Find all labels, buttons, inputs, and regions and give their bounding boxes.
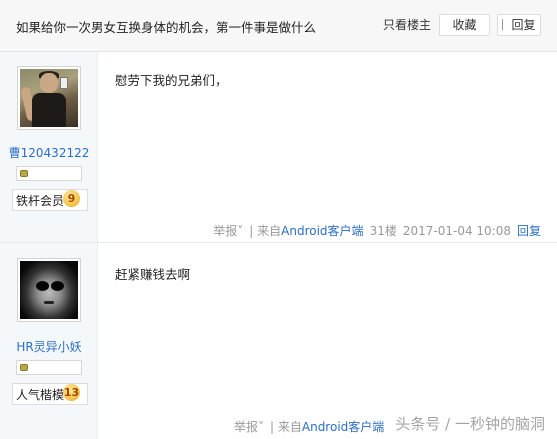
post: HR灵异小妖 人气楷模 13 赶紧赚钱去啊 举报˅ | 来自Android客户端 — [0, 243, 557, 439]
user-badge: 人气楷模 13 — [12, 383, 88, 425]
report-link[interactable]: 举报˅ — [234, 420, 264, 434]
username[interactable]: HR灵异小妖 — [0, 338, 98, 355]
favorite-button[interactable]: 收藏 — [439, 14, 490, 36]
only-op-button[interactable]: 只看楼主 — [378, 14, 436, 36]
level-bar — [16, 166, 82, 181]
report-link[interactable]: 举报˅ — [213, 224, 243, 238]
post: 曹120432122 铁杆会员 9 慰劳下我的兄弟们， 举报˅ | 来自Andro… — [0, 52, 557, 243]
source-app-link[interactable]: Android客户端 — [302, 420, 384, 434]
thread-title: 如果给你一次男女互换身体的机会，第一件事是做什么 — [16, 20, 317, 35]
post-content: 慰劳下我的兄弟们， — [115, 73, 228, 88]
badge-level: 9 — [63, 190, 80, 207]
reply-button[interactable]: 回复 — [497, 14, 541, 36]
post-footer: 举报˅ | 来自Android客户端 — [234, 418, 384, 435]
level-gem-icon — [20, 364, 28, 371]
post-reply-link[interactable]: 回复 — [517, 224, 541, 238]
level-bar — [16, 360, 82, 375]
post-footer: 举报˅ | 来自Android客户端 31楼 2017-01-04 10:08 回复 — [213, 222, 541, 239]
badge-level: 13 — [63, 384, 80, 401]
author-sidebar: HR灵异小妖 人气楷模 13 — [0, 243, 98, 439]
reply-icon — [502, 19, 508, 30]
avatar[interactable] — [17, 258, 81, 322]
watermark: 头条号 / 一秒钟的脑洞 — [395, 415, 545, 433]
thread-header: 如果给你一次男女互换身体的机会，第一件事是做什么 只看楼主 收藏 回复 — [0, 0, 557, 52]
badge-title: 人气楷模 — [16, 388, 65, 402]
avatar[interactable] — [17, 66, 81, 130]
username[interactable]: 曹120432122 — [0, 144, 98, 161]
source-prefix: | 来自 — [270, 420, 302, 434]
source-app-link[interactable]: Android客户端 — [281, 224, 363, 238]
badge-title: 铁杆会员 — [16, 194, 65, 208]
user-badge: 铁杆会员 9 — [12, 189, 88, 231]
level-gem-icon — [20, 170, 28, 177]
reply-label: 回复 — [511, 18, 536, 32]
floor-number: 31楼 — [369, 224, 397, 238]
author-sidebar: 曹120432122 铁杆会员 9 — [0, 52, 98, 242]
source-prefix: | 来自 — [249, 224, 282, 238]
post-content: 赶紧赚钱去啊 — [115, 267, 191, 282]
post-time: 2017-01-04 10:08 — [402, 224, 511, 238]
